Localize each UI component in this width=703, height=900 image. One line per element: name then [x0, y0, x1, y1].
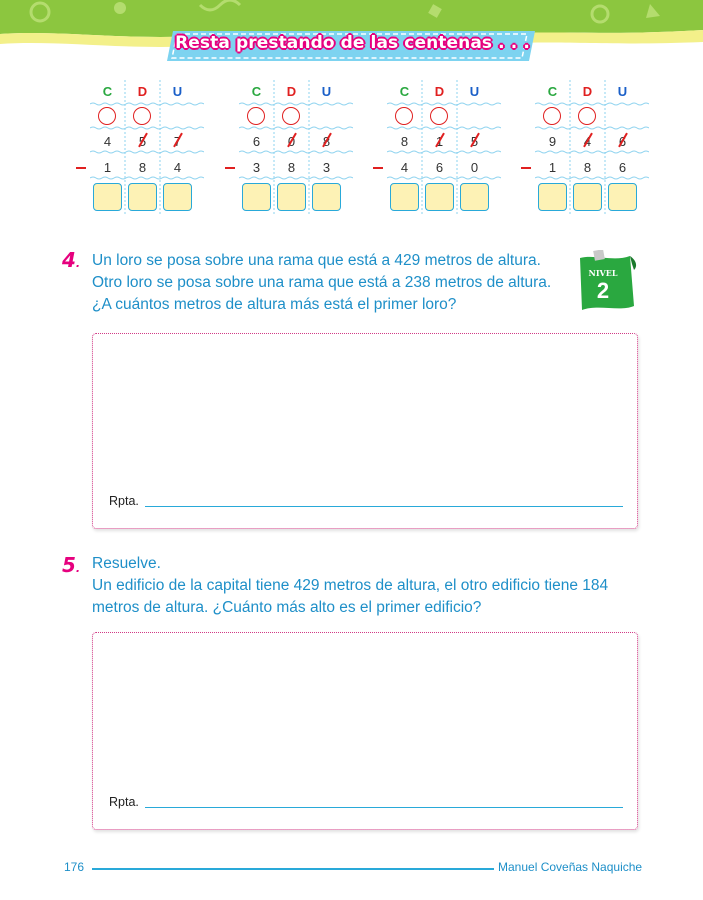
subtraction-grid: CDU415874 [76, 80, 204, 216]
minus-sign [76, 167, 86, 169]
column-header: C [102, 84, 113, 99]
grid-row-line [90, 126, 204, 130]
subtrahend-digit: 8 [287, 160, 296, 175]
column-header: U [321, 84, 332, 99]
title-banner: Resta prestando de las centenas . . . [165, 27, 540, 65]
minus-sign [521, 167, 531, 169]
answer-label: Rpta. [109, 795, 139, 809]
grid-row-line [90, 102, 204, 106]
question-4-number: 4. [62, 248, 81, 272]
subtraction-grid: CDU914866 [521, 80, 649, 216]
grid-row-line [90, 176, 204, 180]
grid-row-line [535, 176, 649, 180]
answer-box[interactable] [242, 183, 271, 211]
answer-box[interactable] [390, 183, 419, 211]
question-5-line: Un edificio de la capital tiene 429 metr… [92, 577, 609, 594]
subtraction-grid: CDU841650 [373, 80, 501, 216]
subtrahend-digit: 0 [470, 160, 479, 175]
grid-row-line [535, 102, 649, 106]
question-5-line: metros de altura. ¿Cuánto más alto es el… [92, 599, 482, 616]
answer-line[interactable] [145, 506, 623, 507]
subtrahend-digit: 3 [322, 160, 331, 175]
column-header: D [137, 84, 148, 99]
question-4-line: ¿A cuántos metros de altura más está el … [92, 296, 457, 313]
grid-row-line [239, 176, 353, 180]
answer-box[interactable] [425, 183, 454, 211]
question-5-line: Resuelve. [92, 555, 161, 572]
question-4-line: Un loro se posa sobre una rama que está … [92, 252, 541, 269]
column-header: C [547, 84, 558, 99]
answer-box[interactable] [538, 183, 567, 211]
grid-row-line [535, 150, 649, 154]
column-header: C [399, 84, 410, 99]
subtrahend-digit: 6 [618, 160, 627, 175]
question-5-text: Resuelve. Un edificio de la capital tien… [92, 553, 652, 619]
minuend-digit: 6 [252, 134, 261, 149]
answer-box[interactable] [460, 183, 489, 211]
minus-sign [373, 167, 383, 169]
borrow-circle[interactable] [133, 107, 151, 125]
grid-row-line [90, 150, 204, 154]
grid-row-line [387, 102, 501, 106]
minuend-digit: 8 [400, 134, 409, 149]
minuend-digit: 9 [548, 134, 557, 149]
borrow-circle[interactable] [395, 107, 413, 125]
grid-row-line [239, 150, 353, 154]
question-5-work-area[interactable]: Rpta. [92, 632, 638, 830]
nivel-badge: NIVEL 2 [574, 250, 640, 316]
column-header: U [469, 84, 480, 99]
borrow-circle[interactable] [98, 107, 116, 125]
subtrahend-digit: 8 [138, 160, 147, 175]
column-header: D [582, 84, 593, 99]
nivel-label: NIVEL [588, 268, 618, 278]
grid-row-line [387, 150, 501, 154]
answer-box[interactable] [128, 183, 157, 211]
subtrahend-digit: 1 [548, 160, 557, 175]
subtrahend-digit: 4 [173, 160, 182, 175]
grid-row-line [535, 126, 649, 130]
subtraction-grid: CDU630883 [225, 80, 353, 216]
borrow-circle[interactable] [282, 107, 300, 125]
grid-row-line [239, 126, 353, 130]
answer-box[interactable] [608, 183, 637, 211]
grid-row-line [387, 126, 501, 130]
answer-line[interactable] [145, 807, 623, 808]
answer-box[interactable] [163, 183, 192, 211]
footer-rule [92, 868, 494, 870]
column-header: U [172, 84, 183, 99]
borrow-circle[interactable] [430, 107, 448, 125]
column-header: D [286, 84, 297, 99]
answer-label: Rpta. [109, 494, 139, 508]
answer-box[interactable] [573, 183, 602, 211]
borrow-circle[interactable] [543, 107, 561, 125]
question-4-line: Otro loro se posa sobre una rama que est… [92, 274, 552, 291]
subtrahend-digit: 6 [435, 160, 444, 175]
page-title: Resta prestando de las centenas . . . [175, 33, 530, 53]
question-4-text: Un loro se posa sobre una rama que está … [92, 250, 562, 316]
answer-box[interactable] [93, 183, 122, 211]
subtrahend-digit: 4 [400, 160, 409, 175]
answer-box[interactable] [312, 183, 341, 211]
subtrahend-digit: 8 [583, 160, 592, 175]
column-header: D [434, 84, 445, 99]
question-4-work-area[interactable]: Rpta. [92, 333, 638, 529]
borrow-circle[interactable] [247, 107, 265, 125]
minus-sign [225, 167, 235, 169]
grid-row-line [239, 102, 353, 106]
subtrahend-digit: 3 [252, 160, 261, 175]
answer-box[interactable] [277, 183, 306, 211]
grid-row-line [387, 176, 501, 180]
subtrahend-digit: 1 [103, 160, 112, 175]
column-header: C [251, 84, 262, 99]
page-number: 176 [64, 860, 85, 874]
minuend-digit: 4 [103, 134, 112, 149]
column-header: U [617, 84, 628, 99]
borrow-circle[interactable] [578, 107, 596, 125]
nivel-value: 2 [596, 278, 610, 303]
footer-author: Manuel Coveñas Naquiche [498, 860, 643, 874]
question-5-number: 5. [62, 553, 81, 577]
